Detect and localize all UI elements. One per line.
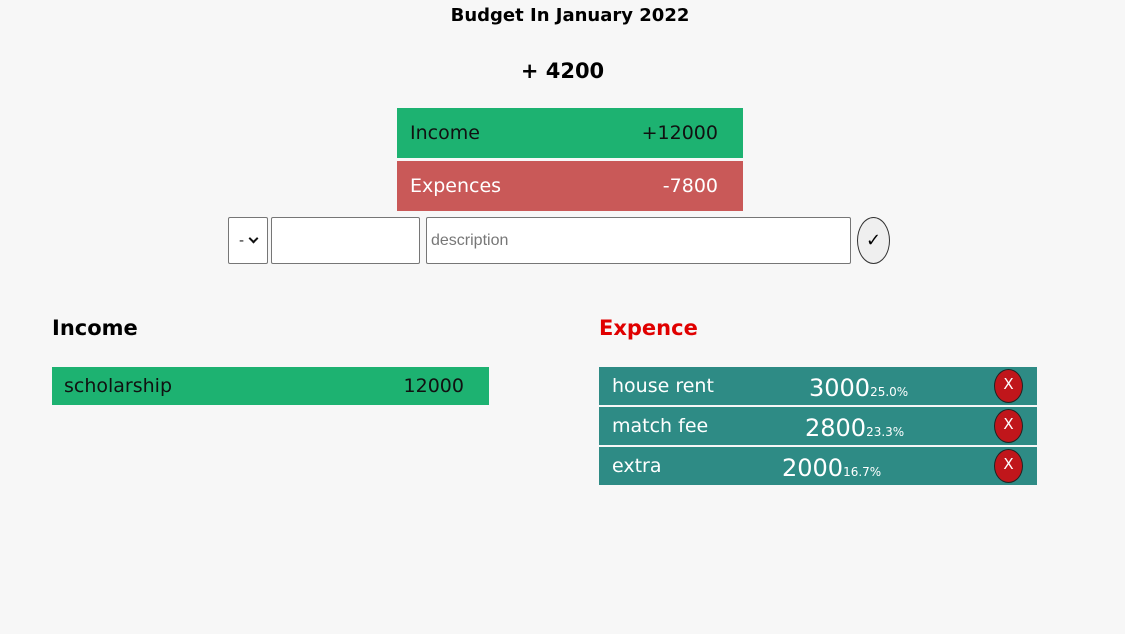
close-icon: X [1003, 455, 1014, 473]
type-select[interactable]: - [228, 217, 268, 264]
expense-item-description: match fee [612, 415, 709, 437]
income-heading: Income [52, 316, 138, 340]
type-select-value: - [238, 232, 245, 249]
submit-button[interactable]: ✓ [857, 217, 890, 264]
expense-heading: Expence [599, 316, 698, 340]
expense-item-amount-group: 300025.0% [809, 374, 908, 402]
expense-item-amount: 2800 [805, 414, 867, 442]
budget-total: + 4200 [520, 59, 605, 83]
income-summary: Income +12000 [397, 108, 743, 158]
income-item-description: scholarship [64, 375, 173, 397]
expense-item-amount-group: 200016.7% [782, 454, 881, 482]
expense-item-percent: 25.0% [870, 385, 909, 399]
expense-item: match fee 280023.3% X [599, 407, 1037, 445]
expense-summary: Expences -7800 [397, 161, 743, 211]
income-summary-value: +12000 [641, 122, 718, 144]
expense-item-description: house rent [612, 375, 714, 397]
expense-item-amount: 2000 [782, 454, 844, 482]
delete-expense-button[interactable]: X [994, 409, 1023, 443]
expense-list: house rent 300025.0% X match fee 280023.… [599, 367, 1037, 487]
expense-item-amount-group: 280023.3% [805, 414, 904, 442]
expense-item: house rent 300025.0% X [599, 367, 1037, 405]
expense-item-percent: 23.3% [866, 425, 905, 439]
amount-input[interactable] [271, 217, 420, 264]
expense-item: extra 200016.7% X [599, 447, 1037, 485]
income-list: scholarship 12000 [52, 367, 489, 407]
expense-summary-label: Expences [410, 175, 502, 197]
delete-expense-button[interactable]: X [994, 449, 1023, 483]
income-item-amount: 12000 [403, 375, 464, 397]
expense-item-description: extra [612, 455, 662, 477]
close-icon: X [1003, 375, 1014, 393]
expense-item-percent: 16.7% [843, 465, 882, 479]
income-summary-label: Income [410, 122, 480, 144]
chevron-down-icon [248, 233, 259, 244]
budget-app: Budget In January 2022 + 4200 Income +12… [0, 0, 1125, 634]
page-title: Budget In January 2022 [450, 5, 690, 26]
expense-summary-value: -7800 [662, 175, 718, 197]
expense-item-amount: 3000 [809, 374, 871, 402]
income-item: scholarship 12000 [52, 367, 489, 405]
delete-expense-button[interactable]: X [994, 369, 1023, 403]
close-icon: X [1003, 415, 1014, 433]
checkmark-icon: ✓ [865, 230, 882, 251]
description-input[interactable] [426, 217, 851, 264]
